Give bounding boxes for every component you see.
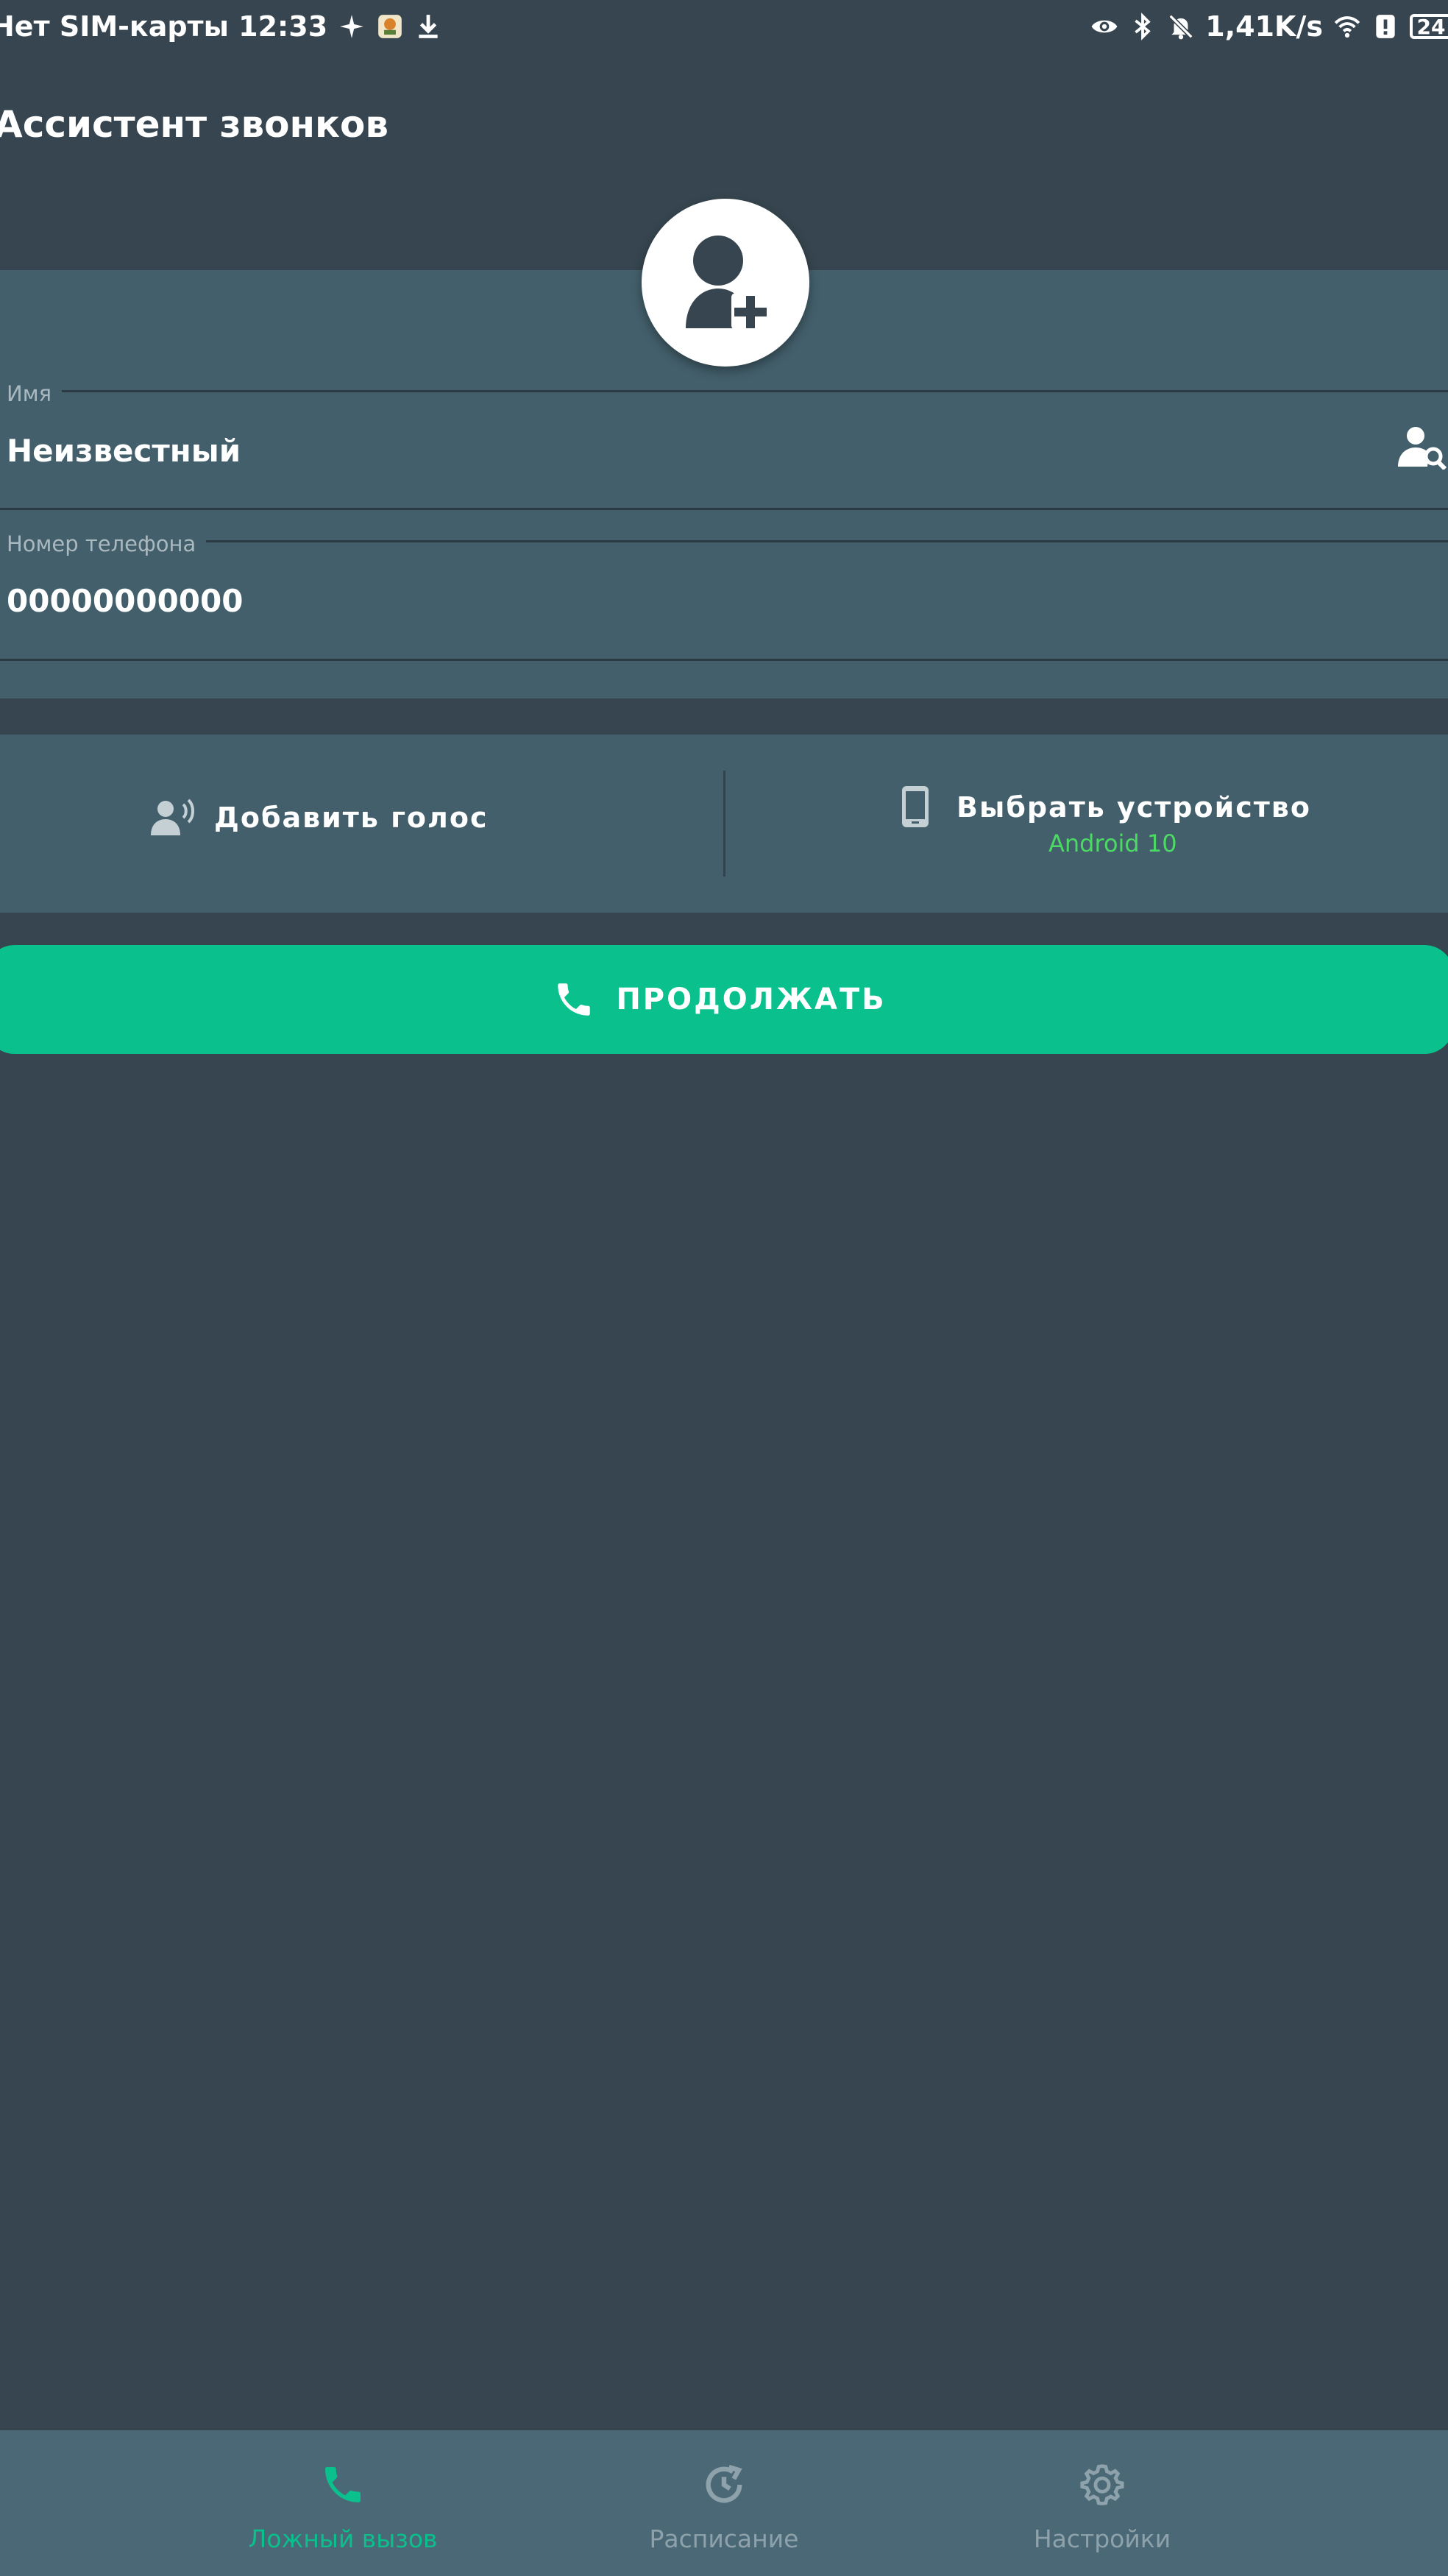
device-value: Android 10 (1048, 829, 1177, 857)
bluetooth-icon (1129, 13, 1157, 40)
continue-label: ПРОДОЛЖАТЬ (616, 983, 887, 1016)
status-net-speed: 1,41K/s (1205, 10, 1323, 43)
nav-tab-fake-call[interactable]: Ложный вызов (233, 2430, 453, 2576)
status-bar-right: 1,41K/s 24 (1090, 10, 1448, 43)
action-divider (723, 771, 725, 877)
nav-tab-settings-label: Настройки (1033, 2524, 1171, 2553)
phone-field-bottom-border (0, 659, 1448, 661)
nav-tab-settings[interactable]: Настройки (992, 2430, 1213, 2576)
add-voice-label: Добавить голос (214, 802, 489, 834)
contact-search-icon[interactable] (1398, 425, 1447, 471)
app-title: Ассистент звонков (0, 103, 388, 146)
name-field-label: Имя (7, 381, 63, 406)
add-contact-photo-button[interactable] (642, 199, 809, 367)
sparkle-icon (338, 13, 366, 40)
status-carrier-time: Нет SIM-карты 12:33 (0, 10, 328, 43)
download-icon (414, 13, 442, 40)
phone-call-icon (558, 983, 591, 1016)
phone-icon (325, 2467, 361, 2502)
status-bar: Нет SIM-карты 12:33 1,41K/s 24 (0, 0, 1448, 57)
phone-field-top-border (199, 540, 1448, 542)
name-field-input[interactable]: Неизвестный (7, 433, 241, 469)
nav-tab-fake-call-label: Ложный вызов (248, 2524, 438, 2553)
name-field-top-border (59, 390, 1448, 392)
smartphone-icon[interactable] (898, 785, 933, 829)
status-bar-left: Нет SIM-карты 12:33 (0, 10, 442, 43)
eye-icon (1090, 13, 1118, 40)
nav-tab-schedule[interactable]: Расписание (614, 2430, 834, 2576)
alert-icon (1371, 13, 1399, 40)
wifi-icon (1333, 13, 1361, 40)
schedule-history-icon (706, 2464, 742, 2503)
bell-muted-icon (1167, 13, 1195, 40)
voice-person-icon (151, 799, 194, 835)
add-voice-button[interactable]: Добавить голос (151, 799, 489, 837)
phone-field-label: Номер телефона (7, 531, 207, 556)
app-notification-icon (376, 13, 404, 40)
nav-tab-schedule-label: Расписание (649, 2524, 799, 2553)
name-field-bottom-border (0, 508, 1448, 510)
continue-button[interactable]: ПРОДОЛЖАТЬ (0, 945, 1448, 1054)
battery-indicator: 24 (1410, 14, 1448, 39)
bottom-navigation: Ложный вызов Расписание Настройки (0, 2430, 1448, 2576)
phone-field-input[interactable]: 00000000000 (7, 583, 243, 619)
add-person-icon (686, 236, 768, 330)
gear-icon (1080, 2464, 1124, 2506)
choose-device-button[interactable]: Выбрать устройство (957, 791, 1311, 824)
